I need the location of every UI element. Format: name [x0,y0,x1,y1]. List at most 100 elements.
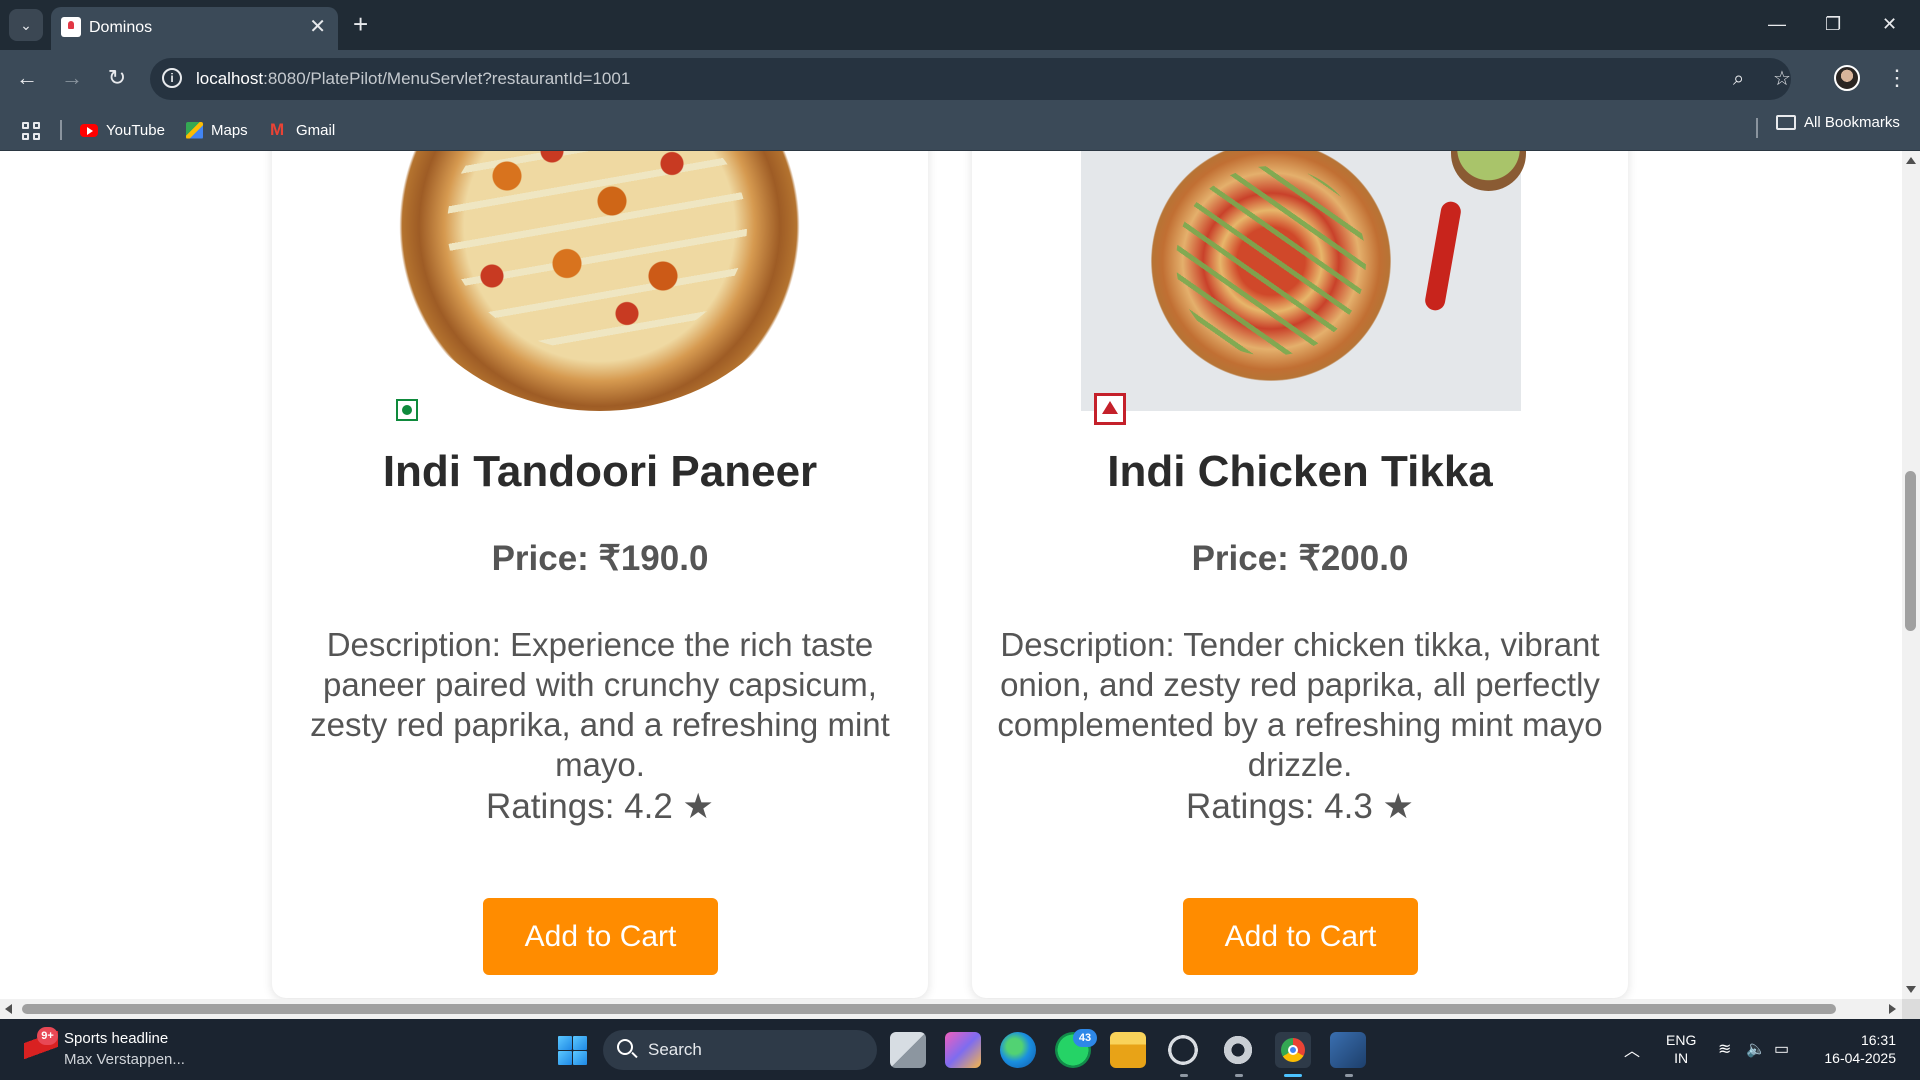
maps-icon [186,121,203,139]
scroll-down-icon[interactable] [1906,986,1916,993]
pizza-image [972,151,1628,425]
site-info-icon[interactable]: i [162,68,182,88]
new-tab-button[interactable]: + [353,9,368,39]
bookmark-label: Maps [211,121,248,139]
language-indicator[interactable]: ENG IN [1666,1031,1696,1067]
running-indicator [1235,1074,1243,1077]
pizza-photo-pie [1151,151,1391,381]
chrome-taskbar-button[interactable] [1275,1032,1311,1068]
vscode-icon[interactable] [1330,1032,1366,1068]
whatsapp-badge: 43 [1073,1029,1097,1047]
bookmark-label: Gmail [296,121,336,139]
add-to-cart-button[interactable]: Add to Cart [483,898,718,975]
item-price: Price: ₹190.0 [491,539,709,578]
tab-favicon-icon [61,17,81,37]
address-bar[interactable]: i localhost:8080/PlatePilot/MenuServlet?… [150,58,1791,100]
bookmarks-divider [60,120,62,140]
region-code: IN [1674,1050,1689,1066]
chili-photo [1423,200,1463,312]
chrome-icon [1281,1038,1305,1062]
horizontal-scrollbar[interactable] [0,999,1902,1019]
zoom-icon[interactable]: ⌕ [1733,68,1744,90]
all-bookmarks-button[interactable]: All Bookmarks [1776,111,1900,133]
clock-time: 16:31 [1860,1032,1896,1048]
running-indicator [1345,1074,1353,1077]
scroll-left-icon[interactable] [5,1004,12,1014]
tab-strip: ⌄ Dominos ✕ + — ❐ ✕ [0,0,1920,50]
tab-search-button[interactable]: ⌄ [9,9,43,41]
news-title[interactable]: Sports headline [64,1030,168,1047]
reload-icon[interactable]: ↻ [102,64,132,92]
add-to-cart-button[interactable]: Add to Cart [1183,898,1418,975]
youtube-icon [80,123,98,137]
pizza-photo [387,151,812,411]
bookmark-label: YouTube [106,121,165,139]
windows-taskbar: 9+ Sports headline Max Verstappen... Sea… [0,1019,1920,1080]
tab-title: Dominos [89,19,153,36]
file-explorer-icon[interactable] [1110,1032,1146,1068]
forward-icon[interactable]: → [57,64,87,92]
folder-icon [1776,114,1796,130]
settings-icon[interactable] [1220,1032,1256,1068]
item-name: Indi Chicken Tikka [1107,447,1493,496]
wifi-icon[interactable]: ≋ [1718,1039,1731,1059]
dip-bowl-photo [1451,151,1526,191]
windows-start-icon[interactable] [558,1036,587,1065]
item-price: Price: ₹200.0 [1191,539,1409,578]
tray-overflow-icon[interactable]: ︿ [1624,1037,1640,1061]
news-subtitle[interactable]: Max Verstappen... [64,1051,185,1068]
bookmarks-bar: YouTube Maps Gmail [0,108,1920,151]
item-description: Description: Experience the rich taste p… [310,626,890,783]
back-icon[interactable]: ← [12,64,42,92]
profile-avatar[interactable] [1834,65,1860,91]
media-player-icon[interactable] [1165,1032,1201,1068]
vertical-scrollbar[interactable] [1902,151,1920,999]
veg-icon [396,399,418,421]
item-description: Description: Tender chicken tikka, vibra… [997,626,1603,783]
item-rating: Ratings: 4.3 ★ [1186,787,1414,826]
apps-grid-icon[interactable] [22,122,40,140]
search-icon [617,1039,633,1055]
restore-icon[interactable]: ❐ [1825,12,1841,36]
pizza-photo [1081,151,1526,411]
item-name: Indi Tandoori Paneer [382,447,818,496]
battery-icon[interactable]: ▭ [1774,1039,1789,1059]
scroll-up-icon[interactable] [1906,157,1916,164]
bookmarks-divider-right [1756,118,1758,138]
more-menu-icon[interactable]: ⋮ [1886,64,1908,92]
bookmark-maps[interactable]: Maps [186,119,248,141]
scroll-right-icon[interactable] [1889,1004,1896,1014]
task-view-icon[interactable] [890,1032,926,1068]
taskbar-search[interactable]: Search [603,1030,877,1070]
page-viewport: Indi Tandoori Paneer Price: ₹190.0 Descr… [0,151,1902,999]
chevron-down-icon: ⌄ [20,16,32,33]
scroll-thumb[interactable] [1905,471,1916,631]
gmail-icon [270,120,288,140]
language-code: ENG [1666,1032,1697,1048]
bookmark-gmail[interactable]: Gmail [270,119,335,141]
item-rating: Ratings: 4.2 ★ [486,787,714,826]
pizza-image [272,151,928,421]
non-veg-icon [1094,393,1126,425]
tab-close-icon[interactable]: ✕ [309,16,326,38]
horizontal-scroll-thumb[interactable] [22,1004,1836,1014]
system-clock[interactable]: 16:31 16-04-2025 [1812,1031,1896,1067]
url-text[interactable]: localhost:8080/PlatePilot/MenuServlet?re… [196,69,630,89]
bookmark-youtube[interactable]: YouTube [80,119,165,141]
minimize-icon[interactable]: — [1768,12,1786,36]
edge-icon[interactable] [1000,1032,1036,1068]
search-label: Search [648,1040,702,1059]
window-close-icon[interactable]: ✕ [1882,12,1897,36]
active-indicator [1284,1074,1302,1077]
bookmark-star-icon[interactable]: ☆ [1773,68,1791,90]
browser-toolbar: ← → ↻ i localhost:8080/PlatePilot/MenuSe… [0,50,1920,108]
volume-icon[interactable]: 🔈 [1746,1039,1766,1059]
clock-date: 16-04-2025 [1824,1050,1896,1066]
menu-card: Indi Chicken Tikka Price: ₹200.0 Descrip… [972,151,1628,998]
scrollbar-corner [1902,999,1920,1019]
all-bookmarks-label: All Bookmarks [1804,113,1900,131]
copilot-icon[interactable] [945,1032,981,1068]
menu-card: Indi Tandoori Paneer Price: ₹190.0 Descr… [272,151,928,998]
browser-tab[interactable]: Dominos ✕ [51,7,338,50]
running-indicator [1180,1074,1188,1077]
